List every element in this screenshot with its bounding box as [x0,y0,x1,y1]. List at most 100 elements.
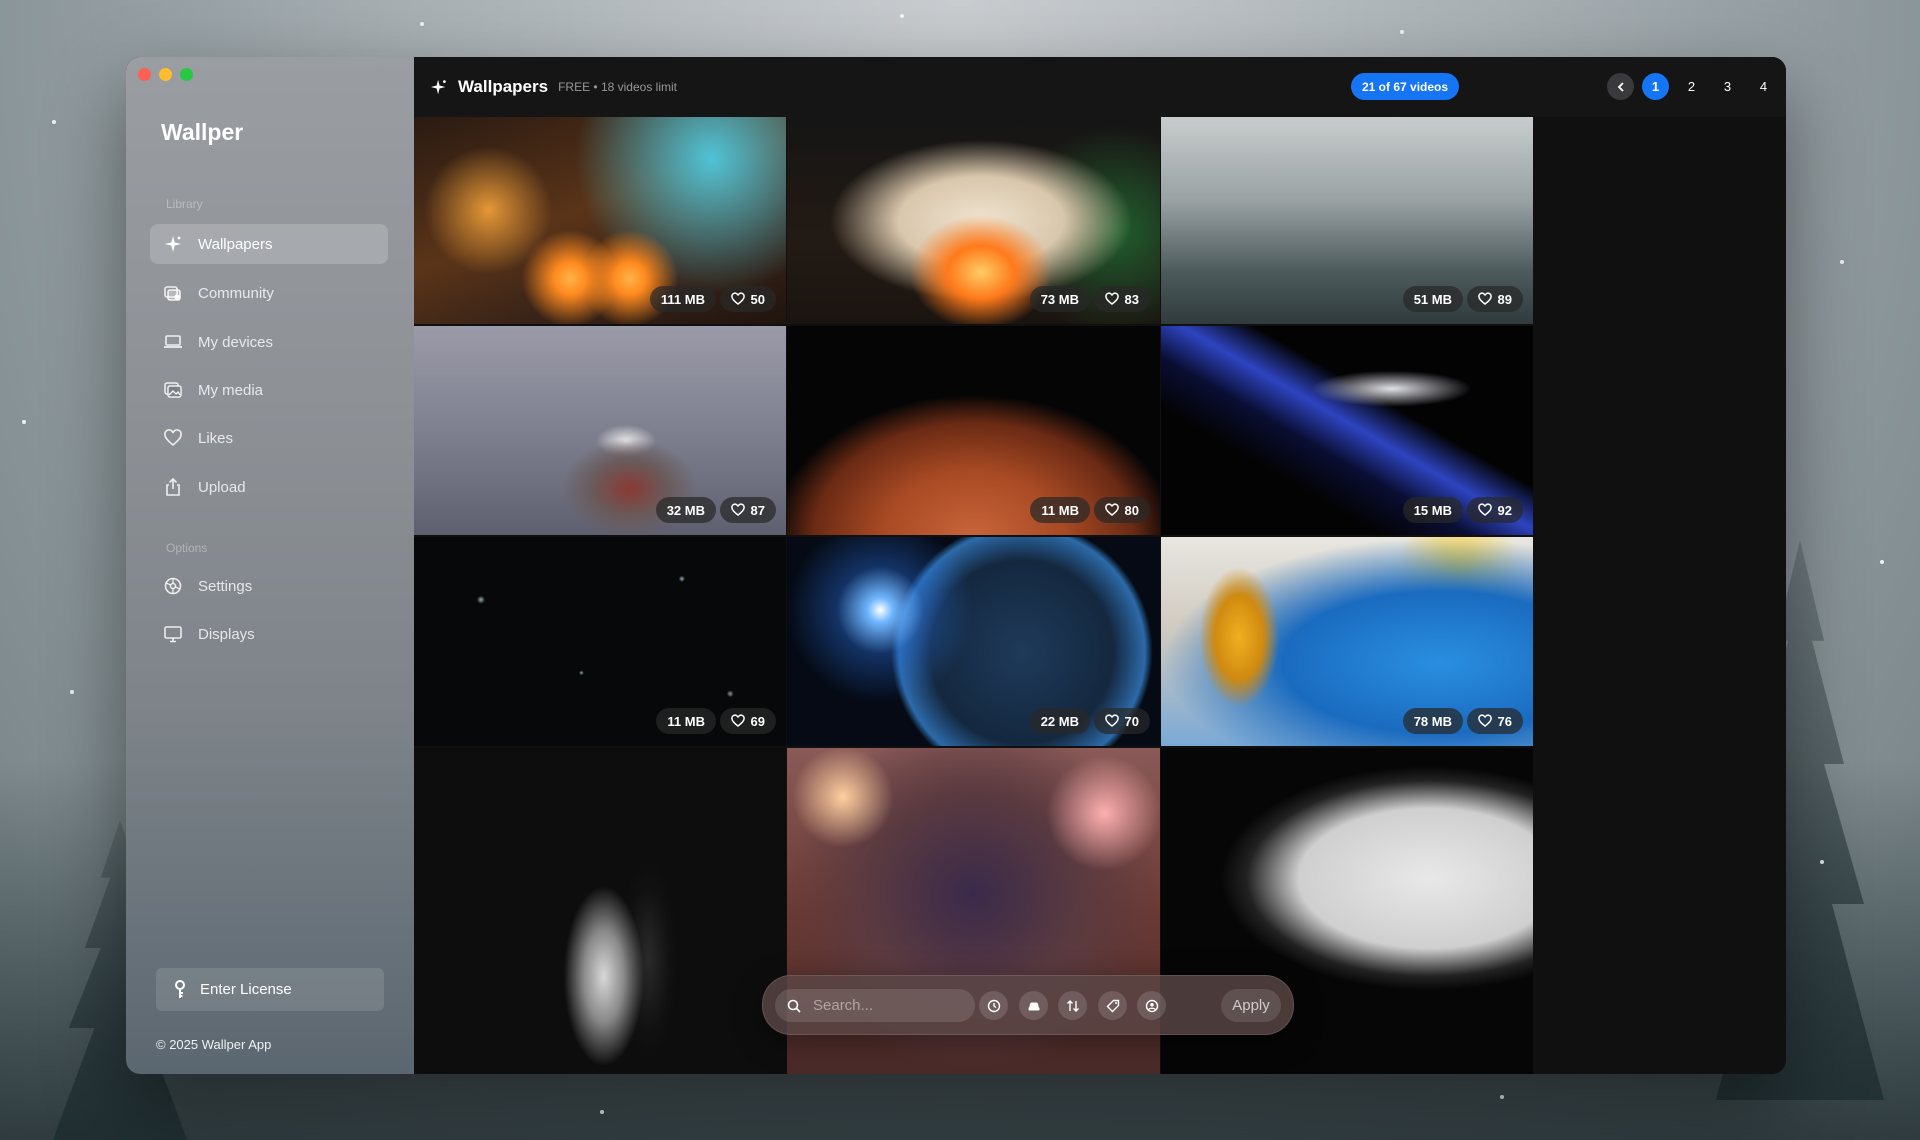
sidebar-item-community[interactable]: Community [150,273,388,313]
wallpaper-tile-beer-pool[interactable]: 78 MB 76 [1161,537,1533,746]
file-size-badge: 78 MB [1402,708,1463,734]
wallpaper-tile-seagull[interactable]: 32 MB 87 [414,326,786,535]
sidebar: Wallper Library Wallpapers Community My … [126,57,414,1074]
likes-badge[interactable]: 87 [719,497,776,523]
minimize-window-button[interactable] [159,68,172,81]
user-icon [1145,999,1158,1012]
snowflake [1880,560,1884,564]
tag-icon [1106,999,1119,1012]
gear-icon [162,575,184,597]
page-1-button[interactable]: 1 [1642,73,1669,100]
heart-icon [730,292,745,305]
enter-license-button[interactable]: Enter License [156,968,384,1011]
search-icon [787,999,801,1013]
heart-icon [1104,714,1119,727]
file-size-badge: 22 MB [1029,708,1090,734]
search-input[interactable] [811,996,955,1015]
sidebar-item-my-media[interactable]: My media [150,370,388,410]
sidebar-item-upload[interactable]: Upload [150,467,388,507]
car-icon [1028,1002,1039,1010]
prev-page-button[interactable] [1607,73,1634,100]
wallpaper-tile-starfield[interactable]: 11 MB 69 [414,537,786,746]
sidebar-item-label: Upload [198,478,246,496]
file-size-badge: 15 MB [1402,497,1463,523]
likes-count: 89 [1497,291,1512,307]
video-count-badge: 21 of 67 videos [1351,73,1460,100]
search-field[interactable] [775,989,975,1022]
heart-icon [1477,503,1492,516]
sidebar-item-displays[interactable]: Displays [150,614,388,654]
likes-count: 50 [750,291,765,307]
sidebar-item-label: Wallpapers [198,235,273,253]
file-size-badge: 111 MB [649,286,716,312]
search-filter-bar: Apply [762,975,1294,1035]
snowflake [1840,260,1844,264]
copyright: © 2025 Wallper App [156,1037,272,1052]
wallpaper-tile-earth[interactable]: 22 MB 70 [787,537,1160,746]
top-bar: Wallpapers FREE • 18 videos limit 21 of … [414,57,1786,117]
window-controls [138,68,193,81]
sidebar-item-wallpapers[interactable]: Wallpapers [150,224,388,264]
tag-filter-button[interactable] [1098,991,1127,1020]
file-size-badge: 73 MB [1029,286,1090,312]
likes-badge[interactable]: 80 [1093,497,1150,523]
likes-count: 70 [1124,713,1139,729]
sparkle-icon [430,78,448,96]
options-section-label: Options [166,541,208,555]
likes-badge[interactable]: 69 [719,708,776,734]
close-window-button[interactable] [138,68,151,81]
key-icon [172,979,188,1000]
apply-button[interactable]: Apply [1221,989,1281,1022]
likes-badge[interactable]: 83 [1093,286,1150,312]
snowflake [70,690,74,694]
sort-filter-button[interactable] [1058,991,1087,1020]
wallpaper-tile-foggy-forest[interactable]: 51 MB 89 [1161,117,1533,324]
likes-badge[interactable]: 92 [1466,497,1523,523]
enter-license-label: Enter License [200,981,292,998]
likes-count: 76 [1497,713,1512,729]
sidebar-item-label: Displays [198,625,255,643]
likes-badge[interactable]: 76 [1466,708,1523,734]
likes-count: 80 [1124,502,1139,518]
sidebar-item-likes[interactable]: Likes [150,418,388,458]
wallpaper-tile-candles[interactable]: 111 MB 50 [414,117,786,324]
page-2-button[interactable]: 2 [1678,73,1705,100]
author-filter-button[interactable] [1137,991,1166,1020]
snowflake [420,22,424,26]
clock-icon [987,999,1000,1012]
wallpaper-tile-space-shuttle[interactable]: 15 MB 92 [1161,326,1533,535]
sidebar-item-label: My media [198,381,264,399]
wallpaper-tile-mars[interactable]: 11 MB 80 [787,326,1160,535]
likes-count: 69 [750,713,765,729]
wallpaper-tile-fireplace[interactable]: 73 MB 83 [787,117,1160,324]
sort-icon [1066,999,1079,1012]
likes-badge[interactable]: 89 [1466,286,1523,312]
photos-icon [162,379,184,401]
heart-icon [1477,714,1492,727]
recent-filter-button[interactable] [979,991,1008,1020]
sidebar-item-settings[interactable]: Settings [150,566,388,606]
category-filter-button[interactable] [1019,991,1048,1020]
library-section-label: Library [166,197,203,211]
heart-icon [1477,292,1492,305]
snowflake [52,120,56,124]
page-title: Wallpapers [458,77,549,96]
file-size-badge: 11 MB [1030,497,1090,523]
page-4-button[interactable]: 4 [1750,73,1777,100]
main-content: Wallpapers FREE • 18 videos limit 21 of … [414,57,1786,1074]
heart-icon [162,427,184,449]
laptop-icon [162,331,184,353]
chevron-left-icon [1617,81,1624,92]
display-icon [162,623,184,645]
likes-badge[interactable]: 50 [719,286,776,312]
file-size-badge: 32 MB [655,497,716,523]
sparkle-icon [162,233,184,255]
zoom-window-button[interactable] [180,68,193,81]
app-title: Wallper [161,119,244,145]
likes-badge[interactable]: 70 [1093,708,1150,734]
wallpaper-tile-chess[interactable] [414,748,786,1074]
heart-icon [1104,292,1119,305]
page-3-button[interactable]: 3 [1714,73,1741,100]
app-window: Wallper Library Wallpapers Community My … [126,57,1786,1074]
sidebar-item-my-devices[interactable]: My devices [150,322,388,362]
